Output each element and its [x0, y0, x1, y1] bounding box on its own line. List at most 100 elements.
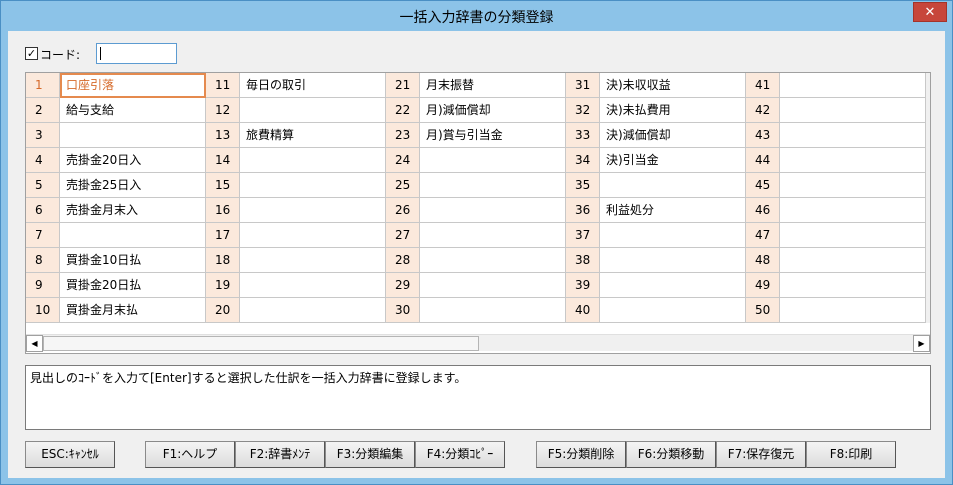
f1-button[interactable]: F1:ヘルプ — [145, 441, 235, 468]
f6-button[interactable]: F6:分類移動 — [626, 441, 716, 468]
category-number[interactable]: 39 — [566, 273, 600, 298]
category-number[interactable]: 23 — [386, 123, 420, 148]
f3-button[interactable]: F3:分類編集 — [325, 441, 415, 468]
scroll-right-button[interactable]: ▶ — [913, 335, 930, 352]
category-name-cell[interactable] — [240, 223, 386, 248]
category-name-cell[interactable] — [240, 173, 386, 198]
category-name-cell[interactable] — [420, 298, 566, 323]
category-name-cell[interactable] — [780, 198, 926, 223]
category-number[interactable]: 33 — [566, 123, 600, 148]
category-number[interactable]: 17 — [206, 223, 240, 248]
category-name-cell[interactable]: 売掛金25日入 — [60, 173, 206, 198]
category-name-cell[interactable]: 決)未払費用 — [600, 98, 746, 123]
category-name-cell[interactable] — [60, 223, 206, 248]
category-number[interactable]: 13 — [206, 123, 240, 148]
category-number[interactable]: 38 — [566, 248, 600, 273]
category-name-cell[interactable] — [780, 148, 926, 173]
scroll-left-button[interactable]: ◀ — [26, 335, 43, 352]
category-number[interactable]: 7 — [26, 223, 60, 248]
category-number[interactable]: 15 — [206, 173, 240, 198]
category-number[interactable]: 35 — [566, 173, 600, 198]
category-name-cell[interactable]: 決)減価償却 — [600, 123, 746, 148]
category-name-cell[interactable] — [780, 248, 926, 273]
category-name-cell[interactable] — [780, 298, 926, 323]
category-number[interactable]: 29 — [386, 273, 420, 298]
category-name-cell[interactable] — [420, 148, 566, 173]
category-number[interactable]: 37 — [566, 223, 600, 248]
category-number[interactable]: 46 — [746, 198, 780, 223]
category-number[interactable]: 14 — [206, 148, 240, 173]
category-name-cell[interactable] — [240, 198, 386, 223]
category-number[interactable]: 30 — [386, 298, 420, 323]
category-name-cell[interactable] — [780, 123, 926, 148]
category-name-cell[interactable]: 月)減価償却 — [420, 98, 566, 123]
category-name-cell[interactable]: 給与支給 — [60, 98, 206, 123]
category-name-cell[interactable] — [420, 273, 566, 298]
category-number[interactable]: 8 — [26, 248, 60, 273]
category-number[interactable]: 22 — [386, 98, 420, 123]
f8-button[interactable]: F8:印刷 — [806, 441, 896, 468]
category-number[interactable]: 9 — [26, 273, 60, 298]
esc-button[interactable]: ESC:ｷｬﾝｾﾙ — [25, 441, 115, 468]
category-number[interactable]: 28 — [386, 248, 420, 273]
category-number[interactable]: 48 — [746, 248, 780, 273]
category-name-cell[interactable] — [60, 123, 206, 148]
category-name-cell[interactable]: 買掛金20日払 — [60, 273, 206, 298]
category-name-cell[interactable] — [240, 298, 386, 323]
category-number[interactable]: 41 — [746, 73, 780, 98]
category-number[interactable]: 4 — [26, 148, 60, 173]
scroll-thumb[interactable] — [43, 336, 479, 351]
category-number[interactable]: 16 — [206, 198, 240, 223]
category-number[interactable]: 26 — [386, 198, 420, 223]
category-number[interactable]: 24 — [386, 148, 420, 173]
category-number[interactable]: 31 — [566, 73, 600, 98]
category-number[interactable]: 2 — [26, 98, 60, 123]
code-checkbox[interactable]: ✓ — [25, 47, 38, 60]
category-number[interactable]: 49 — [746, 273, 780, 298]
category-name-cell[interactable] — [600, 248, 746, 273]
category-name-cell[interactable]: 買掛金10日払 — [60, 248, 206, 273]
f4-button[interactable]: F4:分類ｺﾋﾟｰ — [415, 441, 505, 468]
category-name-cell[interactable]: 決)引当金 — [600, 148, 746, 173]
category-name-cell[interactable]: 買掛金月末払 — [60, 298, 206, 323]
f5-button[interactable]: F5:分類削除 — [536, 441, 626, 468]
category-number[interactable]: 47 — [746, 223, 780, 248]
category-number[interactable]: 43 — [746, 123, 780, 148]
category-number[interactable]: 19 — [206, 273, 240, 298]
category-name-cell[interactable] — [600, 173, 746, 198]
category-number[interactable]: 27 — [386, 223, 420, 248]
code-input[interactable] — [96, 43, 177, 64]
close-button[interactable]: ✕ — [913, 2, 947, 22]
category-name-cell[interactable]: 売掛金20日入 — [60, 148, 206, 173]
category-name-cell[interactable] — [780, 73, 926, 98]
category-number[interactable]: 18 — [206, 248, 240, 273]
category-name-cell[interactable]: 決)未収収益 — [600, 73, 746, 98]
category-number[interactable]: 34 — [566, 148, 600, 173]
category-number[interactable]: 3 — [26, 123, 60, 148]
category-number[interactable]: 10 — [26, 298, 60, 323]
category-name-cell[interactable] — [780, 173, 926, 198]
category-name-cell[interactable] — [240, 148, 386, 173]
category-number[interactable]: 12 — [206, 98, 240, 123]
category-name-cell[interactable] — [780, 98, 926, 123]
category-name-cell[interactable] — [240, 98, 386, 123]
category-name-cell[interactable]: 売掛金月末入 — [60, 198, 206, 223]
category-name-cell[interactable] — [780, 223, 926, 248]
category-number[interactable]: 20 — [206, 298, 240, 323]
category-name-cell[interactable] — [600, 298, 746, 323]
category-number[interactable]: 36 — [566, 198, 600, 223]
category-name-cell[interactable] — [420, 173, 566, 198]
category-number[interactable]: 21 — [386, 73, 420, 98]
category-number[interactable]: 45 — [746, 173, 780, 198]
category-number[interactable]: 42 — [746, 98, 780, 123]
category-number[interactable]: 50 — [746, 298, 780, 323]
category-name-cell[interactable] — [420, 248, 566, 273]
category-number[interactable]: 1 — [26, 73, 60, 98]
category-number[interactable]: 40 — [566, 298, 600, 323]
category-number[interactable]: 6 — [26, 198, 60, 223]
category-number[interactable]: 25 — [386, 173, 420, 198]
category-name-cell[interactable]: 月)賞与引当金 — [420, 123, 566, 148]
category-name-cell[interactable]: 毎日の取引 — [240, 73, 386, 98]
category-name-cell[interactable] — [600, 223, 746, 248]
category-name-cell[interactable] — [420, 198, 566, 223]
